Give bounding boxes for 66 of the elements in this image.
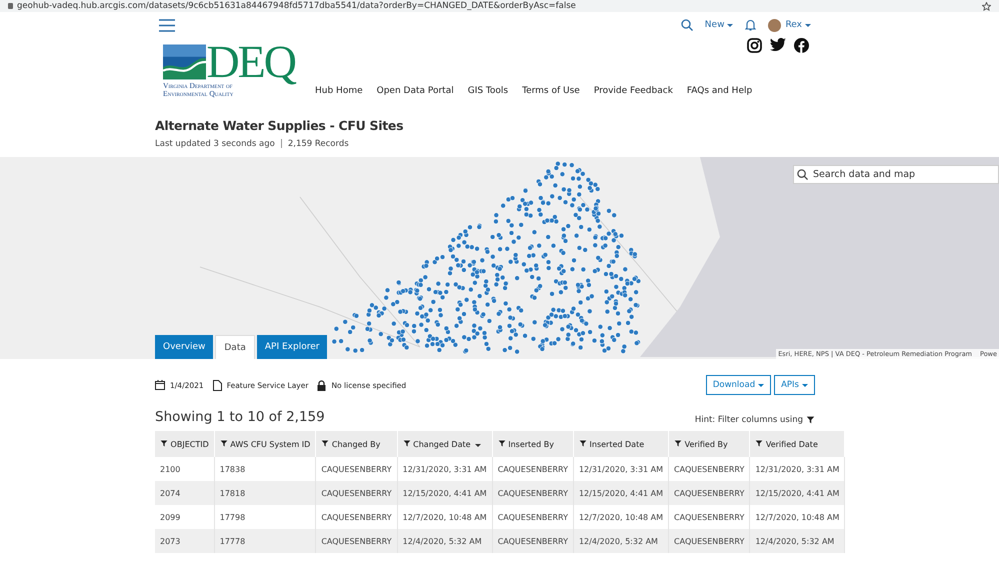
table-cell: 2074 bbox=[155, 481, 214, 505]
lock-icon bbox=[317, 380, 326, 390]
nav-link[interactable]: Open Data Portal bbox=[376, 86, 454, 96]
table-cell: 12/4/2020, 5:32 AM bbox=[397, 529, 492, 553]
tab[interactable]: Overview bbox=[155, 335, 214, 359]
column-header[interactable]: Inserted Date bbox=[573, 431, 669, 457]
filter-icon bbox=[402, 439, 411, 448]
dropdown-button[interactable]: Download bbox=[706, 375, 772, 395]
column-header[interactable]: Verified Date bbox=[750, 431, 845, 457]
filter-icon bbox=[755, 439, 764, 448]
avatar-icon bbox=[768, 18, 782, 32]
filter-icon bbox=[674, 439, 682, 448]
nav-link[interactable]: Provide Feedback bbox=[594, 86, 673, 96]
nav-link[interactable]: Hub Home bbox=[315, 86, 363, 96]
table-cell: CAQUESENBERRY bbox=[668, 529, 750, 553]
table-cell: 12/4/2020, 5:32 AM bbox=[573, 529, 669, 553]
instagram-icon[interactable] bbox=[747, 38, 762, 53]
nav-link[interactable]: GIS Tools bbox=[468, 86, 508, 96]
table-cell: CAQUESENBERRY bbox=[316, 529, 398, 553]
tab[interactable]: Data bbox=[215, 335, 255, 359]
column-header[interactable]: Changed By bbox=[316, 431, 398, 457]
map-search-field[interactable]: Search data and map bbox=[793, 165, 999, 184]
table-cell: CAQUESENBERRY bbox=[492, 481, 574, 505]
column-header[interactable]: Changed Date bbox=[397, 431, 492, 457]
table-cell: 12/4/2020, 5:32 AM bbox=[750, 529, 845, 553]
search-icon bbox=[797, 169, 808, 180]
tab[interactable]: API Explorer bbox=[256, 335, 328, 359]
star-icon[interactable] bbox=[982, 2, 991, 10]
filter-icon bbox=[498, 439, 506, 448]
table-cell: 12/15/2020, 4:41 AM bbox=[397, 481, 492, 505]
dropdown-button[interactable]: APIs bbox=[774, 375, 815, 395]
nav-link[interactable]: FAQs and Help bbox=[686, 86, 752, 96]
filter-icon bbox=[806, 415, 815, 425]
last-updated: Last updated 3 seconds ago bbox=[155, 139, 275, 149]
table-cell: CAQUESENBERRY bbox=[316, 481, 398, 505]
menu-icon[interactable] bbox=[159, 18, 175, 32]
column-header[interactable]: AWS CFU System ID bbox=[214, 431, 316, 457]
table-cell: CAQUESENBERRY bbox=[492, 529, 574, 553]
facebook-icon[interactable] bbox=[794, 38, 809, 53]
table-cell: 2073 bbox=[155, 529, 214, 553]
table-cell: 12/15/2020, 4:41 AM bbox=[573, 481, 669, 505]
dataset-title: Alternate Water Supplies - CFU Sites bbox=[155, 118, 404, 133]
calendar-icon bbox=[155, 380, 165, 390]
document-icon bbox=[212, 380, 222, 390]
filter-icon bbox=[578, 439, 587, 448]
lock-icon bbox=[8, 3, 13, 9]
column-header[interactable]: Inserted By bbox=[492, 431, 574, 457]
nav-link[interactable]: Terms of Use bbox=[522, 86, 580, 96]
user-menu[interactable]: Rex bbox=[785, 20, 811, 30]
new-menu[interactable]: New bbox=[704, 20, 734, 30]
record-count: 2,159 Records bbox=[288, 139, 349, 149]
bell-icon[interactable] bbox=[745, 19, 756, 31]
filter-icon bbox=[220, 439, 228, 448]
table-cell: 12/15/2020, 4:41 AM bbox=[750, 481, 845, 505]
hint-text: Hint: Filter columns using bbox=[694, 415, 803, 425]
twitter-icon[interactable] bbox=[770, 38, 786, 51]
search-icon[interactable] bbox=[680, 19, 693, 31]
table-cell: 17818 bbox=[214, 481, 316, 505]
results-count: Showing 1 to 10 of 2,159 bbox=[155, 409, 325, 425]
filter-icon bbox=[321, 439, 330, 448]
table-cell: CAQUESENBERRY bbox=[668, 481, 750, 505]
column-header[interactable]: Verified By bbox=[668, 431, 750, 457]
column-header[interactable]: OBJECTID bbox=[155, 431, 214, 457]
river-icon bbox=[163, 42, 206, 82]
table-cell: 17778 bbox=[214, 529, 316, 553]
filter-icon bbox=[160, 439, 168, 448]
